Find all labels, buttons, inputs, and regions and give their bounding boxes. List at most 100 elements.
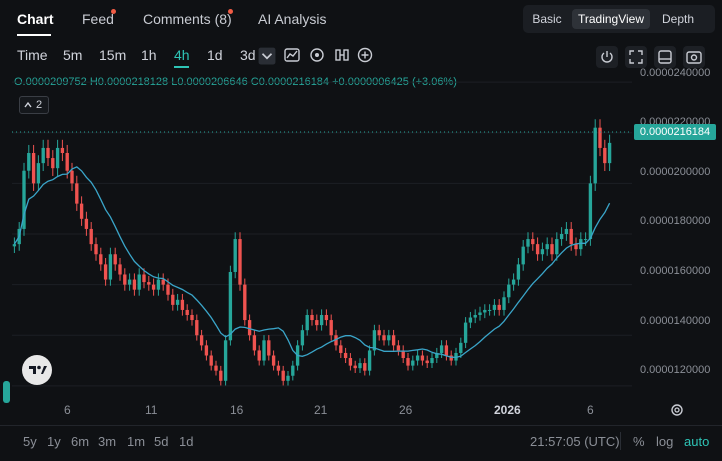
candle-body [310,315,314,321]
indicator-collapse-toggle[interactable]: 2 [19,96,49,114]
candle-body [339,345,343,353]
window-icon [658,50,672,64]
candle-body [511,279,516,285]
utc-clock[interactable]: 21:57:05 (UTC) [530,434,620,449]
range-1y[interactable]: 1y [47,434,61,449]
candle-body [271,355,276,366]
candle-body [334,335,338,346]
candle-body [214,365,218,371]
candle-body [449,355,453,361]
candle-body [79,203,84,219]
candle-body [415,355,420,361]
range-6m[interactable]: 6m [71,434,89,449]
comments-notification-dot [228,9,233,14]
candle-body [348,358,353,366]
auto-scale-toggle[interactable]: auto [684,434,709,449]
candle-body [396,345,401,351]
candle-body [502,297,506,310]
interval-4h[interactable]: 4h [174,47,190,63]
candle-body [569,228,573,245]
time-axis-label: 16 [230,403,244,417]
candle-body [55,147,60,169]
interval-5m[interactable]: 5m [63,47,82,63]
candle-body [483,309,487,313]
candle-body [243,284,247,321]
candle-body [540,249,545,255]
time-label[interactable]: Time [17,47,48,63]
view-tradingview-button[interactable]: TradingView [572,9,650,29]
range-5y[interactable]: 5y [23,434,37,449]
moving-average-line [13,166,611,359]
candle-body [233,239,237,272]
log-scale-toggle[interactable]: log [656,434,673,449]
candle-body [84,218,89,229]
candle-body [535,244,540,255]
candle-body [377,330,381,336]
candle-body [27,153,31,171]
window-button[interactable] [654,46,676,68]
candle-body [526,239,530,247]
candle-body [382,335,386,341]
range-1m[interactable]: 1m [127,434,145,449]
camera-icon [686,51,702,64]
candle-body [60,147,65,153]
candle-body [36,163,41,184]
candle-body [156,279,161,290]
ohlc-change: +0.0000006425 (+3.06%) [332,76,457,88]
chevron-down-icon[interactable] [258,47,276,65]
candle-body [223,340,228,381]
power-button[interactable] [596,46,618,68]
candle-body [132,279,137,290]
candle-body [89,228,93,245]
candle-body [295,345,300,366]
interval-1d[interactable]: 1d [207,47,223,63]
chart-style-icon[interactable] [283,46,301,64]
interval-3d[interactable]: 3d [240,47,256,63]
candle-body [463,322,468,343]
top-tab-bar: Chart Feed Comments (8) AI Analysis Basi… [0,0,722,38]
candle-body [555,239,559,255]
time-axis-label: 6 [64,403,71,417]
candle-body [281,370,285,381]
candle-body [209,355,213,366]
candle-body [219,370,223,381]
tab-chart[interactable]: Chart [17,11,54,27]
add-icon[interactable] [356,46,374,64]
candle-body [123,274,127,285]
tab-feed[interactable]: Feed [82,11,114,27]
fullscreen-button[interactable] [625,46,647,68]
tab-comments[interactable]: Comments (8) [143,11,232,27]
view-basic-button[interactable]: Basic [526,9,568,29]
candle-body [118,264,122,275]
interval-15m[interactable]: 15m [99,47,126,63]
range-5d[interactable]: 5d [154,434,168,449]
indicator-icon[interactable] [308,46,326,64]
candle-body [195,320,199,336]
candle-body [166,284,170,295]
candle-body [444,345,449,356]
tab-ai-analysis[interactable]: AI Analysis [258,11,326,27]
candle-body [454,352,458,361]
compare-icon[interactable] [333,46,351,64]
power-icon [601,51,613,63]
ohlc-legend: O.0000209752 H0.0000218128 L0.0000206646… [14,76,457,88]
axis-settings-gear-icon[interactable] [669,402,685,418]
price-chart [12,81,632,387]
range-3m[interactable]: 3m [98,434,116,449]
drawing-panel-handle[interactable] [3,381,10,403]
percent-scale-toggle[interactable]: % [633,434,645,449]
price-axis-label: 0.0000140000 [640,315,711,327]
candle-body [12,244,17,247]
candle-body [588,183,593,240]
interval-1h[interactable]: 1h [141,47,157,63]
candle-body [175,299,180,305]
candle-body [487,309,492,311]
screenshot-button[interactable] [683,46,705,68]
view-depth-button[interactable]: Depth [654,9,702,29]
candle-body [142,274,146,283]
candle-body [247,320,252,336]
candle-body [46,147,50,159]
tradingview-logo [22,355,52,385]
candle-body [319,315,324,326]
range-1d[interactable]: 1d [179,434,193,449]
